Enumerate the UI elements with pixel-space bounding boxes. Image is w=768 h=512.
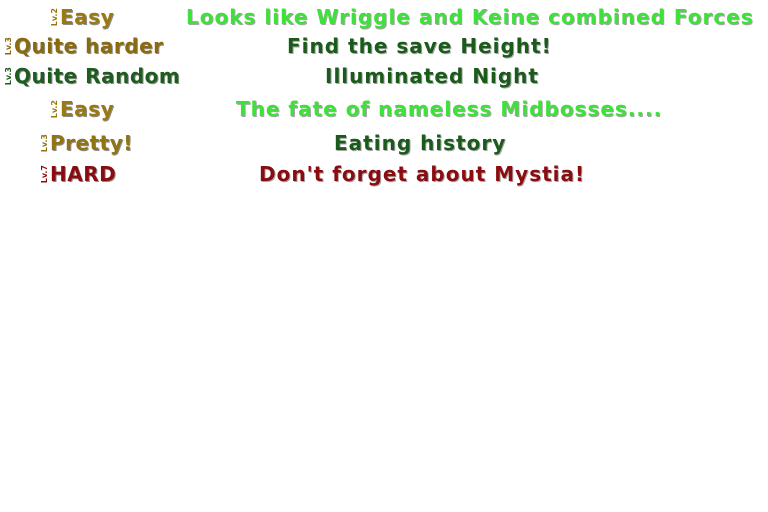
- difficulty-cell: Lv.2 Easy: [50, 94, 114, 124]
- level-tag: Lv.7: [40, 164, 49, 184]
- stage-row[interactable]: Lv.3 Quite harder Find the save Height!: [0, 31, 768, 61]
- difficulty-label: Pretty!: [50, 131, 133, 155]
- stage-title[interactable]: The fate of nameless Midbosses....: [236, 94, 662, 124]
- level-tag: Lv.2: [50, 99, 59, 119]
- difficulty-label: Quite harder: [14, 34, 164, 58]
- difficulty-cell: Lv.2 Easy: [50, 2, 114, 32]
- stage-title[interactable]: Don't forget about Mystia!: [259, 159, 585, 189]
- stage-title[interactable]: Illuminated Night: [325, 61, 539, 91]
- level-tag: Lv.2: [50, 7, 59, 27]
- stage-row[interactable]: Lv.3 Pretty! Eating history: [0, 128, 768, 158]
- stage-title[interactable]: Looks like Wriggle and Keine combined Fo…: [186, 2, 754, 32]
- difficulty-cell: Lv.3 Quite harder: [4, 31, 164, 61]
- stage-row[interactable]: Lv.2 Easy The fate of nameless Midbosses…: [0, 94, 768, 124]
- difficulty-label: Easy: [60, 97, 115, 121]
- stage-row[interactable]: Lv.2 Easy Looks like Wriggle and Keine c…: [0, 2, 768, 32]
- stage-row[interactable]: Lv.3 Quite Random Illuminated Night: [0, 61, 768, 91]
- difficulty-label: HARD: [50, 162, 117, 186]
- difficulty-label: Easy: [60, 5, 115, 29]
- difficulty-cell: Lv.3 Quite Random: [4, 61, 180, 91]
- level-tag: Lv.3: [40, 133, 49, 153]
- difficulty-cell: Lv.7 HARD: [40, 159, 116, 189]
- difficulty-cell: Lv.3 Pretty!: [40, 128, 133, 158]
- stage-row[interactable]: Lv.7 HARD Don't forget about Mystia!: [0, 159, 768, 189]
- level-tag: Lv.3: [4, 36, 13, 56]
- difficulty-label: Quite Random: [14, 64, 181, 88]
- stage-title[interactable]: Eating history: [334, 128, 506, 158]
- level-tag: Lv.3: [4, 66, 13, 86]
- stage-title[interactable]: Find the save Height!: [287, 31, 552, 61]
